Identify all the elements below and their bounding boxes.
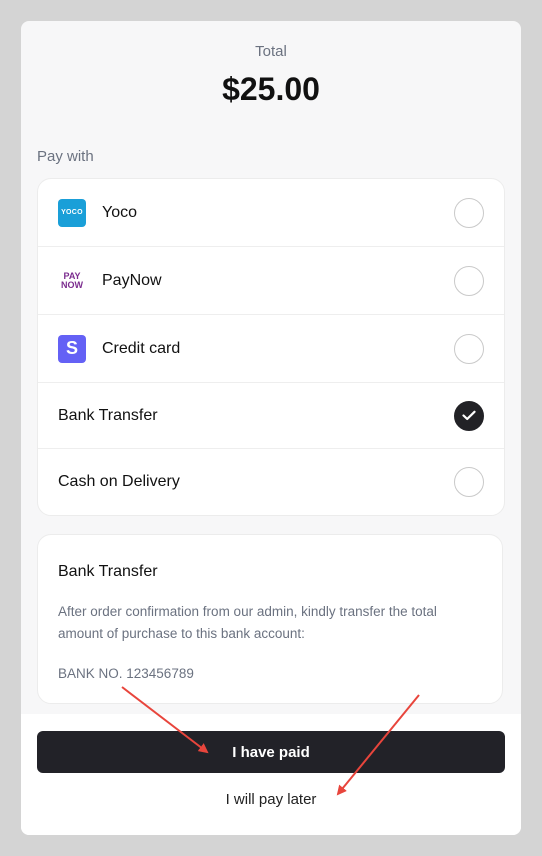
payment-method-bank-transfer[interactable]: Bank Transfer (38, 383, 504, 449)
radio-button[interactable] (454, 467, 484, 497)
payment-method-label: Yoco (102, 203, 137, 221)
payment-methods-list: YOCO Yoco PAY NOW PayNow S Credit card B… (37, 178, 505, 516)
action-footer: I have paid I will pay later (21, 714, 521, 835)
radio-button[interactable] (454, 333, 484, 364)
i-have-paid-button[interactable]: I have paid (37, 731, 505, 773)
payment-method-paynow[interactable]: PAY NOW PayNow (38, 247, 504, 315)
payment-method-credit-card[interactable]: S Credit card (38, 315, 504, 383)
radio-button[interactable] (454, 197, 484, 228)
details-title: Bank Transfer (58, 563, 158, 580)
pay-with-label: Pay with (37, 148, 94, 165)
payment-method-label: Cash on Delivery (58, 473, 180, 490)
checkout-card: Total $25.00 Pay with YOCO Yoco PAY NOW … (21, 21, 521, 835)
payment-method-label: Bank Transfer (58, 406, 158, 424)
pay-later-link[interactable]: I will pay later (21, 791, 521, 808)
bank-transfer-details: Bank Transfer After order confirmation f… (37, 534, 503, 704)
total-amount: $25.00 (222, 71, 320, 107)
payment-method-yoco[interactable]: YOCO Yoco (38, 179, 504, 247)
radio-button[interactable] (454, 265, 484, 296)
stripe-logo-icon: S (58, 334, 86, 363)
payment-method-cash-on-delivery[interactable]: Cash on Delivery (38, 449, 504, 515)
radio-button-checked[interactable] (454, 400, 484, 431)
payment-method-label: PayNow (102, 271, 162, 289)
total-label: Total (255, 43, 287, 60)
details-text: After order confirmation from our admin,… (58, 604, 437, 641)
payment-method-label: Credit card (102, 339, 181, 357)
yoco-logo-icon: YOCO (58, 198, 86, 227)
bank-number: BANK NO. 123456789 (58, 666, 194, 681)
checkmark-icon (462, 410, 476, 421)
paynow-logo-bottom: NOW (61, 279, 83, 290)
paynow-logo-icon: PAY NOW (58, 267, 86, 295)
